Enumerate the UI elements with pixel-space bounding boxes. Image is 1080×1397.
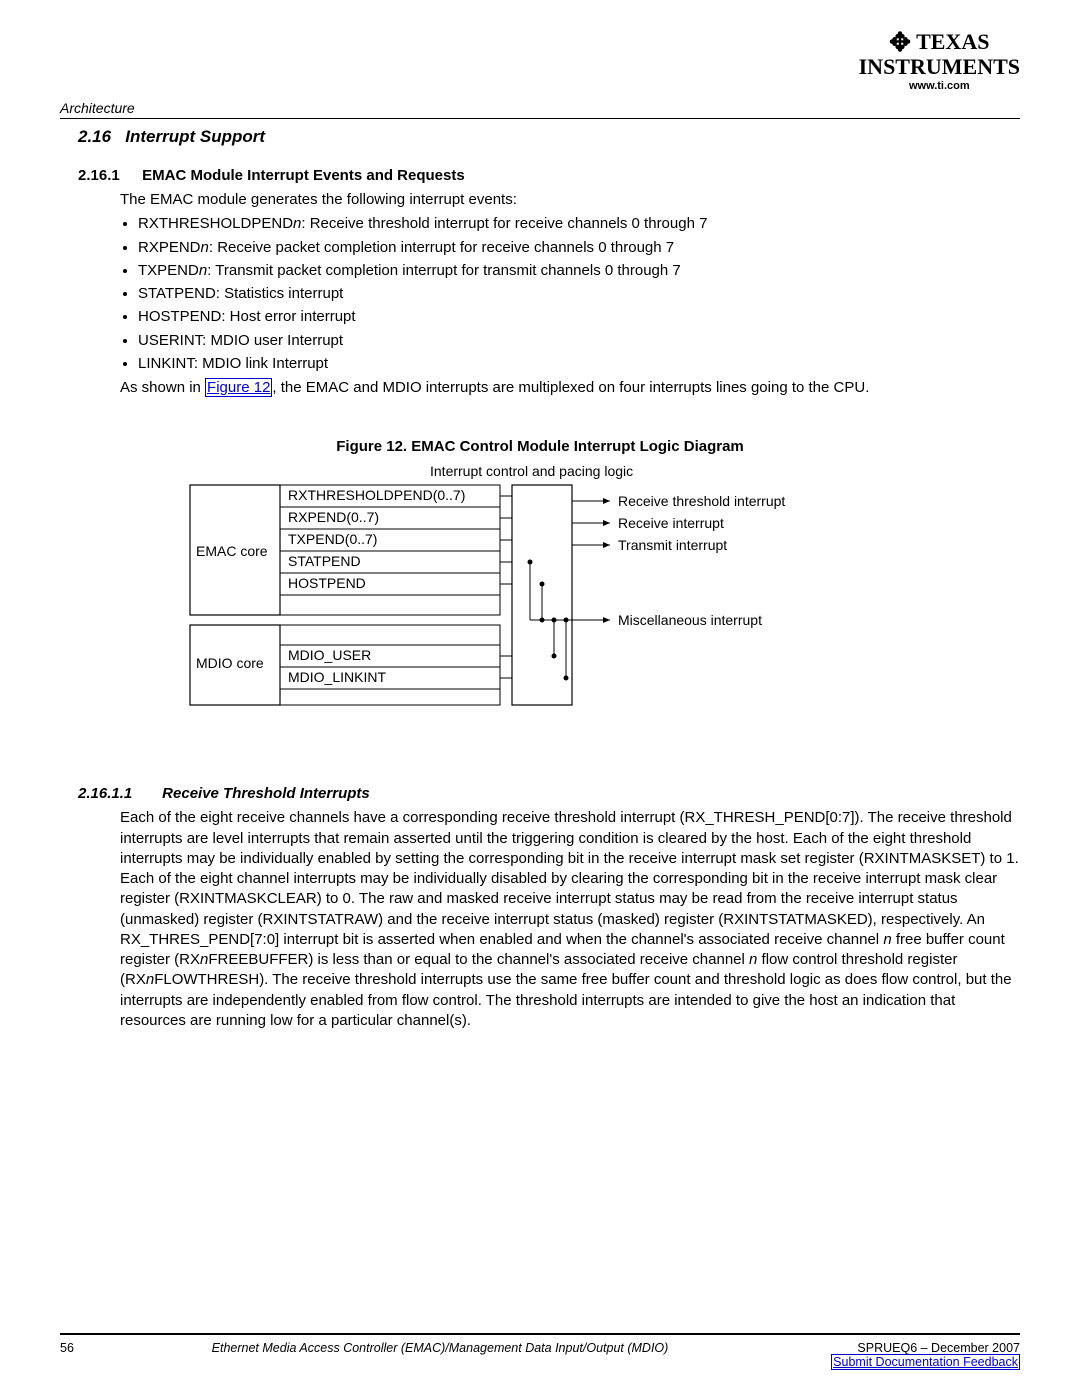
h4-title: Receive Threshold Interrupts — [162, 785, 370, 802]
logo-url: www.ti.com — [859, 80, 1020, 92]
h4-number: 2.16.1.1 — [78, 785, 158, 802]
footer-doc-id: SPRUEQ6 – December 2007 — [780, 1341, 1020, 1355]
heading-4: 2.16.1.1 Receive Threshold Interrupts — [78, 785, 1020, 802]
intro-text: The EMAC module generates the following … — [120, 190, 1020, 210]
diagram-svg — [180, 465, 900, 735]
sig-mdio-link: MDIO_LINKINT — [288, 669, 386, 685]
figure-caption: Figure 12. EMAC Control Module Interrupt… — [60, 438, 1020, 455]
figure-link[interactable]: Figure 12 — [205, 378, 272, 397]
list-item: HOSTPEND: Host error interrupt — [138, 307, 1020, 327]
heading-2: 2.16 Interrupt Support — [78, 127, 1020, 147]
list-item: LINKINT: MDIO link Interrupt — [138, 354, 1020, 374]
sig-statpend: STATPEND — [288, 553, 361, 569]
emac-core-label: EMAC core — [196, 543, 268, 559]
list-item: RXPENDn: Receive packet completion inter… — [138, 238, 1020, 258]
bullet-list: RXTHRESHOLDPENDn: Receive threshold inte… — [138, 214, 1020, 374]
h3-title: EMAC Module Interrupt Events and Request… — [142, 167, 465, 184]
list-item: STATPEND: Statistics interrupt — [138, 284, 1020, 304]
section-tag: Architecture — [60, 100, 1020, 119]
submit-feedback-link[interactable]: Submit Documentation Feedback — [831, 1354, 1020, 1370]
list-item: TXPENDn: Transmit packet completion inte… — [138, 261, 1020, 281]
interrupt-logic-diagram: Interrupt control and pacing logic EMAC … — [180, 465, 900, 735]
sig-txpend: TXPEND(0..7) — [288, 531, 377, 547]
sig-hostpend: HOSTPEND — [288, 575, 366, 591]
h2-title: Interrupt Support — [125, 127, 265, 146]
mdio-core-label: MDIO core — [196, 655, 264, 671]
out-misc: Miscellaneous interrupt — [618, 612, 762, 628]
list-item: RXTHRESHOLDPENDn: Receive threshold inte… — [138, 214, 1020, 234]
footer-title: Ethernet Media Access Controller (EMAC)/… — [100, 1341, 780, 1369]
subsection-paragraph: Each of the eight receive channels have … — [120, 808, 1020, 1031]
page-header: ✥ TEXAS INSTRUMENTS www.ti.com — [60, 30, 1020, 100]
ti-logo: ✥ TEXAS INSTRUMENTS www.ti.com — [859, 30, 1020, 92]
list-item: USERINT: MDIO user Interrupt — [138, 331, 1020, 351]
logo-text-2: INSTRUMENTS — [859, 54, 1020, 79]
after-list-text: As shown in Figure 12, the EMAC and MDIO… — [120, 378, 1020, 398]
heading-3: 2.16.1 EMAC Module Interrupt Events and … — [78, 167, 1020, 184]
out-tx: Transmit interrupt — [618, 537, 727, 553]
page-footer: 56 Ethernet Media Access Controller (EMA… — [60, 1333, 1020, 1369]
sig-rxthresh: RXTHRESHOLDPEND(0..7) — [288, 487, 465, 503]
h2-number: 2.16 — [78, 127, 111, 146]
sig-mdio-user: MDIO_USER — [288, 647, 371, 663]
out-rx: Receive interrupt — [618, 515, 724, 531]
logo-text-1: TEXAS — [916, 29, 989, 54]
footer-page-number: 56 — [60, 1341, 100, 1369]
diagram-top-label: Interrupt control and pacing logic — [430, 463, 633, 479]
h3-number: 2.16.1 — [78, 167, 138, 184]
out-rxthresh: Receive threshold interrupt — [618, 493, 785, 509]
sig-rxpend: RXPEND(0..7) — [288, 509, 379, 525]
